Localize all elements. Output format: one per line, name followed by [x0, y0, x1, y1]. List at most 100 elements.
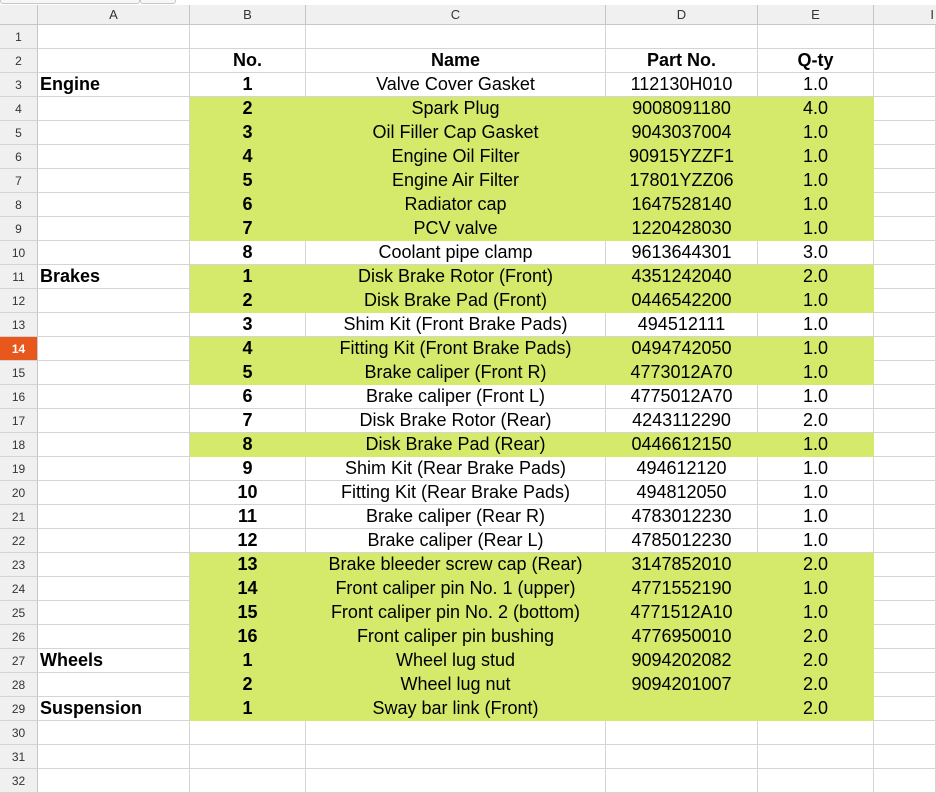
- cell-number[interactable]: 15: [190, 601, 306, 625]
- cell-number[interactable]: 10: [190, 481, 306, 505]
- cell-empty[interactable]: [874, 721, 936, 745]
- name-box-edge[interactable]: [0, 0, 140, 4]
- cell-part-no[interactable]: 9008091180: [606, 97, 758, 121]
- cell-part-no[interactable]: 0446542200: [606, 289, 758, 313]
- cell-name[interactable]: Front caliper pin No. 1 (upper): [306, 577, 606, 601]
- cell-number[interactable]: [190, 721, 306, 745]
- cell-qty[interactable]: 3.0: [758, 241, 874, 265]
- cell-part-no[interactable]: 9043037004: [606, 121, 758, 145]
- row-header[interactable]: 27: [0, 649, 38, 673]
- cell-part-no[interactable]: 4783012230: [606, 505, 758, 529]
- cell-empty[interactable]: [874, 265, 936, 289]
- name-box-dropdown-edge[interactable]: [140, 0, 176, 4]
- cell-empty[interactable]: [874, 457, 936, 481]
- cell-category[interactable]: [38, 313, 190, 337]
- cell-name[interactable]: Radiator cap: [306, 193, 606, 217]
- cell-category[interactable]: [38, 217, 190, 241]
- cell-name[interactable]: Engine Air Filter: [306, 169, 606, 193]
- cell-empty[interactable]: [874, 769, 936, 793]
- cell-empty[interactable]: [874, 145, 936, 169]
- cell-part-no[interactable]: 9613644301: [606, 241, 758, 265]
- cell-qty[interactable]: 1.0: [758, 289, 874, 313]
- row-header[interactable]: 31: [0, 745, 38, 769]
- cell-qty[interactable]: 1.0: [758, 217, 874, 241]
- cell-empty[interactable]: [874, 361, 936, 385]
- cell-number[interactable]: 5: [190, 361, 306, 385]
- cell-number[interactable]: 9: [190, 457, 306, 481]
- cell-name[interactable]: Oil Filler Cap Gasket: [306, 121, 606, 145]
- cell-part-no[interactable]: [606, 745, 758, 769]
- cell-part-no[interactable]: 0494742050: [606, 337, 758, 361]
- cell-empty[interactable]: [874, 601, 936, 625]
- cell-part-no[interactable]: 17801YZZ06: [606, 169, 758, 193]
- cell-part-no[interactable]: 0446612150: [606, 433, 758, 457]
- cell-part-no[interactable]: 1220428030: [606, 217, 758, 241]
- cell-part-no[interactable]: 9094201007: [606, 673, 758, 697]
- cell-part-no[interactable]: [606, 769, 758, 793]
- cell-qty[interactable]: 1.0: [758, 529, 874, 553]
- cell-number[interactable]: 8: [190, 433, 306, 457]
- row-header[interactable]: 2: [0, 49, 38, 73]
- cell-name[interactable]: Front caliper pin No. 2 (bottom): [306, 601, 606, 625]
- cell-qty[interactable]: 1.0: [758, 169, 874, 193]
- cell-empty[interactable]: [874, 529, 936, 553]
- cell-number[interactable]: 2: [190, 97, 306, 121]
- cell-category[interactable]: [38, 385, 190, 409]
- cell-qty[interactable]: 1.0: [758, 433, 874, 457]
- cell-number[interactable]: 1: [190, 649, 306, 673]
- cell-category[interactable]: [38, 97, 190, 121]
- row-header[interactable]: 6: [0, 145, 38, 169]
- cell-qty[interactable]: [758, 769, 874, 793]
- cell-empty[interactable]: [874, 169, 936, 193]
- cell-name[interactable]: Shim Kit (Front Brake Pads): [306, 313, 606, 337]
- cell-qty[interactable]: 1.0: [758, 121, 874, 145]
- cell-number[interactable]: [190, 745, 306, 769]
- cell-number[interactable]: 7: [190, 409, 306, 433]
- cell-part-no[interactable]: 4243112290: [606, 409, 758, 433]
- row-header[interactable]: 26: [0, 625, 38, 649]
- cell-empty[interactable]: [874, 289, 936, 313]
- row-header[interactable]: 32: [0, 769, 38, 793]
- cell-number[interactable]: 14: [190, 577, 306, 601]
- cell-qty[interactable]: [758, 25, 874, 49]
- cell-empty[interactable]: [874, 49, 936, 73]
- row-header[interactable]: 3: [0, 73, 38, 97]
- cell-name[interactable]: [306, 745, 606, 769]
- cell-number[interactable]: 5: [190, 169, 306, 193]
- cell-empty[interactable]: [874, 97, 936, 121]
- cell-category[interactable]: [38, 121, 190, 145]
- cell-part-no[interactable]: [606, 25, 758, 49]
- cell-empty[interactable]: [874, 481, 936, 505]
- cell-qty[interactable]: 4.0: [758, 97, 874, 121]
- cell-name[interactable]: Brake caliper (Front R): [306, 361, 606, 385]
- row-header[interactable]: 24: [0, 577, 38, 601]
- cell-name[interactable]: PCV valve: [306, 217, 606, 241]
- cell-category[interactable]: [38, 49, 190, 73]
- column-header-e[interactable]: E: [758, 5, 874, 25]
- cell-category[interactable]: [38, 337, 190, 361]
- cell-part-no[interactable]: 112130H010: [606, 73, 758, 97]
- cell-category[interactable]: [38, 169, 190, 193]
- column-header-d[interactable]: D: [606, 5, 758, 25]
- cell-empty[interactable]: [874, 241, 936, 265]
- cell-empty[interactable]: [874, 193, 936, 217]
- row-header[interactable]: 29: [0, 697, 38, 721]
- cell-category[interactable]: [38, 625, 190, 649]
- cell-category[interactable]: [38, 361, 190, 385]
- row-header[interactable]: 4: [0, 97, 38, 121]
- row-header[interactable]: 12: [0, 289, 38, 313]
- cell-number[interactable]: [190, 769, 306, 793]
- row-header[interactable]: 8: [0, 193, 38, 217]
- cell-name[interactable]: Brake caliper (Rear R): [306, 505, 606, 529]
- cell-qty[interactable]: [758, 721, 874, 745]
- cell-empty[interactable]: [874, 217, 936, 241]
- row-header[interactable]: 18: [0, 433, 38, 457]
- cell-name[interactable]: Front caliper pin bushing: [306, 625, 606, 649]
- cell-category[interactable]: [38, 745, 190, 769]
- cell-name[interactable]: Fitting Kit (Front Brake Pads): [306, 337, 606, 361]
- cell-empty[interactable]: [874, 697, 936, 721]
- cell-qty[interactable]: 2.0: [758, 553, 874, 577]
- cell-qty[interactable]: 2.0: [758, 625, 874, 649]
- cell-empty[interactable]: [874, 577, 936, 601]
- cell-part-no[interactable]: 4771552190: [606, 577, 758, 601]
